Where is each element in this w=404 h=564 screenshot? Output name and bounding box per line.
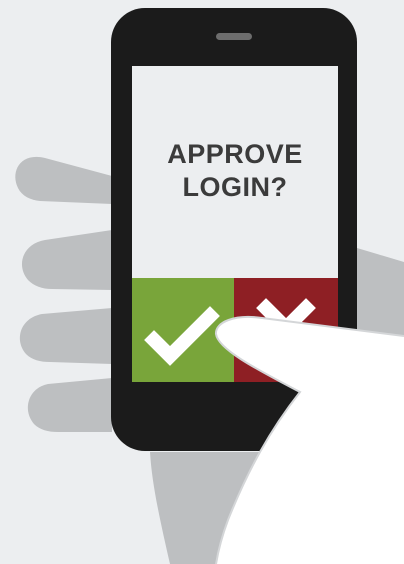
approve-login-prompt: APPROVE LOGIN? <box>132 138 338 204</box>
phone-speaker <box>216 33 252 40</box>
x-icon <box>256 298 316 358</box>
approve-button[interactable] <box>132 278 234 382</box>
smartphone: APPROVE LOGIN? <box>111 8 357 451</box>
deny-button[interactable] <box>234 278 338 382</box>
checkmark-icon <box>144 306 220 366</box>
prompt-line-2: LOGIN? <box>182 172 288 202</box>
illustration: APPROVE LOGIN? <box>0 0 404 564</box>
prompt-line-1: APPROVE <box>167 139 303 169</box>
phone-screen: APPROVE LOGIN? <box>132 66 338 382</box>
